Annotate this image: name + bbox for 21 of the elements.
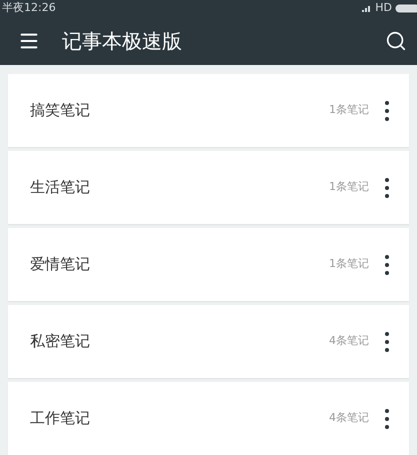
notebook-card[interactable]: 工作笔记 4条笔记: [8, 382, 409, 455]
notebook-name: 私密笔记: [30, 331, 90, 352]
signal-icon: [362, 4, 372, 12]
status-time: 半夜12:26: [2, 0, 56, 16]
note-count: 4条笔记: [329, 333, 369, 350]
notebook-name: 工作笔记: [30, 408, 90, 430]
search-icon[interactable]: [385, 30, 407, 52]
network-label: HD: [375, 0, 392, 16]
note-count: 1条笔记: [329, 179, 369, 196]
battery-icon: [395, 4, 417, 13]
notebook-card[interactable]: 爱情笔记 1条笔记: [8, 228, 409, 301]
app-title: 记事本极速版: [62, 28, 182, 55]
notebook-name: 搞笑笔记: [30, 100, 90, 122]
notebook-name: 生活笔记: [30, 177, 90, 198]
note-count: 4条笔记: [329, 410, 369, 426]
note-count: 1条笔记: [329, 256, 369, 272]
notebook-card[interactable]: 生活笔记 1条笔记: [8, 151, 409, 224]
notebook-card[interactable]: 搞笑笔记 1条笔记: [8, 74, 409, 147]
note-count: 1条笔记: [329, 102, 369, 118]
notebook-card[interactable]: 私密笔记 4条笔记: [8, 305, 409, 378]
notebook-name: 爱情笔记: [30, 254, 90, 276]
